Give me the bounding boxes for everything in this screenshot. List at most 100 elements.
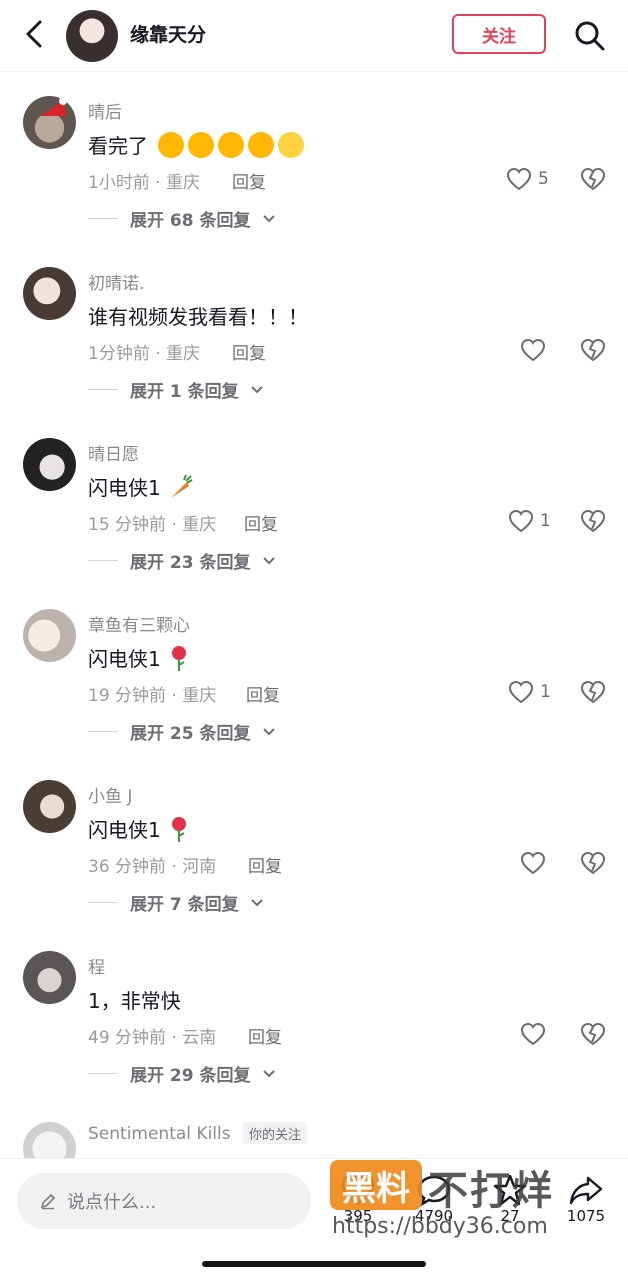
expand-replies[interactable]: 展开 68 条回复 — [88, 206, 275, 231]
comment-username[interactable]: Sentimental Kills — [88, 1124, 231, 1144]
search-button[interactable] — [568, 14, 612, 58]
avatar[interactable] — [23, 1122, 76, 1158]
avatar[interactable] — [23, 780, 76, 833]
expand-replies-label: 展开 7 条回复 — [130, 895, 239, 915]
broken-heart-icon — [580, 1022, 606, 1046]
comment-item: 晴日愿 闪电侠1 15 分钟前 · 重庆 回复 1 展开 23 条回复 — [0, 414, 628, 585]
chevron-down-icon — [250, 898, 263, 906]
avatar[interactable] — [23, 96, 76, 149]
dislike-button[interactable] — [578, 335, 608, 365]
chevron-left-icon — [26, 20, 42, 48]
comment-username[interactable]: 晴日愿 — [88, 440, 139, 465]
like-count: 395 — [343, 1207, 373, 1225]
comment-list[interactable]: 晴后 看完了 1小时前 · 重庆 回复 5 展开 68 条回复 初晴诺. 谁有视… — [0, 72, 628, 1158]
divider — [88, 902, 118, 903]
comment-item: Sentimental Kills — [0, 1098, 628, 1158]
comment-username[interactable]: 初晴诺. — [88, 269, 144, 294]
comment-time-location: 36 分钟前 · 河南 — [88, 857, 217, 877]
reply-button[interactable]: 回复 — [246, 681, 280, 706]
comment-username[interactable]: 章鱼有三颗心 — [88, 611, 190, 636]
comment-text-content: 闪电侠1 — [88, 818, 161, 842]
comment-item: 小鱼 J 闪电侠1 36 分钟前 · 河南 回复 展开 7 条回复 — [0, 756, 628, 927]
heart-icon — [506, 167, 532, 191]
expand-replies-label: 展开 68 条回复 — [130, 211, 251, 231]
broken-heart-icon — [580, 167, 606, 191]
like-count: 5 — [538, 169, 549, 189]
home-indicator — [202, 1261, 426, 1267]
comment-text: 闪电侠1 — [88, 472, 193, 501]
expand-replies[interactable]: 展开 1 条回复 — [88, 377, 263, 402]
comment-action[interactable]: 4790 — [406, 1173, 462, 1225]
comment-text: 谁有视频发我看看！！！ — [88, 305, 308, 329]
expand-replies-label: 展开 29 条回复 — [130, 1066, 251, 1086]
reply-button[interactable]: 回复 — [244, 510, 278, 535]
following-badge: 你的关注 — [243, 1122, 308, 1144]
divider — [88, 218, 118, 219]
dislike-button[interactable] — [578, 1019, 608, 1049]
heart-icon — [341, 1174, 375, 1206]
expand-replies[interactable]: 展开 25 条回复 — [88, 719, 275, 744]
dislike-button[interactable] — [578, 677, 608, 707]
expand-replies[interactable]: 展开 23 条回复 — [88, 548, 275, 573]
reply-button[interactable]: 回复 — [248, 1023, 282, 1048]
comment-text: 1，非常快 — [88, 989, 181, 1013]
expand-replies-label: 展开 1 条回复 — [130, 382, 239, 402]
expand-replies[interactable]: 展开 29 条回复 — [88, 1061, 275, 1086]
comment-item: 初晴诺. 谁有视频发我看看！！！ 1分钟前 · 重庆 回复 展开 1 条回复 — [0, 243, 628, 414]
heart-icon — [508, 509, 534, 533]
chevron-down-icon — [262, 214, 275, 222]
like-button[interactable]: 1 — [508, 677, 551, 707]
like-button[interactable]: 1 — [508, 506, 551, 536]
comment-username[interactable]: 晴后 — [88, 98, 122, 123]
avatar[interactable] — [23, 267, 76, 320]
comment-text-content: 闪电侠1 — [88, 476, 161, 500]
comment-item: 晴后 看完了 1小时前 · 重庆 回复 5 展开 68 条回复 — [0, 72, 628, 243]
dislike-button[interactable] — [578, 164, 608, 194]
hug-emoji-icon — [218, 132, 245, 158]
comment-item: 程 1，非常快 49 分钟前 · 云南 回复 展开 29 条回复 — [0, 927, 628, 1098]
avatar[interactable] — [23, 438, 76, 491]
avatar[interactable] — [23, 609, 76, 662]
comment-text: 看完了 — [88, 130, 305, 159]
like-button[interactable]: 5 — [506, 164, 549, 194]
heart-icon — [520, 1022, 546, 1046]
like-button[interactable] — [520, 335, 552, 365]
avatar[interactable] — [23, 951, 76, 1004]
star-icon — [493, 1174, 527, 1206]
comment-text-content: 看完了 — [88, 134, 148, 158]
follow-button[interactable]: 关注 — [452, 14, 546, 54]
divider — [88, 1073, 118, 1074]
comment-input[interactable]: 说点什么... — [17, 1173, 311, 1229]
reply-button[interactable]: 回复 — [248, 852, 282, 877]
expand-replies-label: 展开 23 条回复 — [130, 553, 251, 573]
reply-button[interactable]: 回复 — [232, 339, 266, 364]
like-button[interactable] — [520, 1019, 552, 1049]
comment-username[interactable]: 程 — [88, 953, 105, 978]
divider — [88, 560, 118, 561]
comment-time-location: 1小时前 · 重庆 — [88, 173, 201, 193]
dislike-button[interactable] — [578, 506, 608, 536]
author-name[interactable]: 缘靠天分 — [130, 20, 206, 47]
back-button[interactable] — [18, 16, 50, 52]
like-button[interactable] — [520, 848, 552, 878]
author-avatar[interactable] — [66, 10, 118, 62]
broken-heart-icon — [580, 680, 606, 704]
rose-icon — [172, 817, 187, 842]
search-icon — [575, 21, 605, 51]
expand-replies[interactable]: 展开 7 条回复 — [88, 890, 263, 915]
expand-replies-label: 展开 25 条回复 — [130, 724, 251, 744]
rose-icon — [172, 646, 187, 671]
comment-text: 闪电侠1 — [88, 643, 191, 672]
heart-icon — [508, 680, 534, 704]
share-action[interactable]: 1075 — [558, 1173, 614, 1225]
reply-button[interactable]: 回复 — [232, 168, 266, 193]
broken-heart-icon — [580, 509, 606, 533]
like-action[interactable]: 395 — [330, 1173, 386, 1225]
dislike-button[interactable] — [578, 848, 608, 878]
comment-time-location: 19 分钟前 · 重庆 — [88, 686, 217, 706]
comment-username[interactable]: 小鱼 J — [88, 782, 132, 807]
comment-text: 闪电侠1 — [88, 814, 191, 843]
heart-icon — [520, 851, 546, 875]
favorite-action[interactable]: 27 — [482, 1173, 538, 1225]
favorite-count: 27 — [500, 1207, 520, 1225]
